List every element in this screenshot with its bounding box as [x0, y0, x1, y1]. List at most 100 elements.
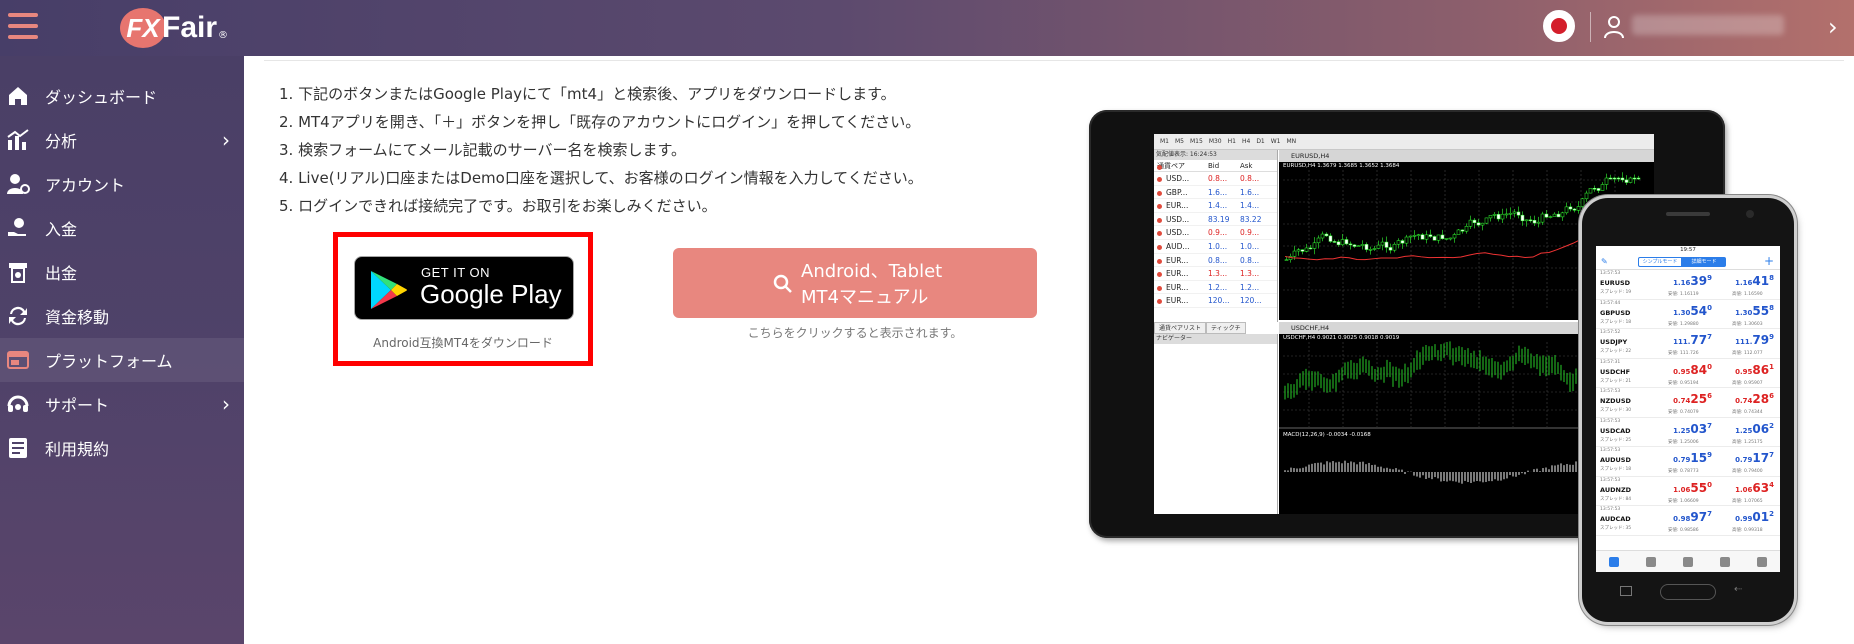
quote-row: 13:57:53 AUDNZD スプレッド: 84 1.06550 1.06634 安値:…	[1596, 477, 1780, 506]
trade-tab-icon	[1682, 556, 1693, 567]
row-symbol: USD...	[1154, 226, 1208, 239]
market-watch-row: EUR... 1.3... 1.3...	[1154, 267, 1277, 281]
bid-sup: 9	[1707, 274, 1712, 282]
quote-bid: 1.16399	[1662, 274, 1712, 288]
row-symbol: EUR...	[1154, 281, 1208, 294]
navigator-panel: ナビゲーター	[1154, 334, 1278, 514]
menu-icon[interactable]	[8, 13, 38, 39]
market-watch-title: 気配値表示: 16:24:53	[1154, 150, 1277, 160]
quote-ask: 0.99012	[1724, 510, 1774, 524]
sidebar-item-analysis[interactable]: 分析 ›	[0, 118, 244, 162]
quote-symbol: NZDUSD	[1600, 397, 1631, 405]
market-watch-row: EUR... 120... 120...	[1154, 294, 1277, 308]
quote-ask: 1.30558	[1724, 304, 1774, 318]
sidebar-item-label: 分析	[45, 132, 78, 151]
quote-time: 13:57:53	[1600, 389, 1621, 394]
user-icon[interactable]	[1603, 15, 1625, 39]
row-symbol: EUR...	[1154, 294, 1208, 307]
quotes-tab-icon	[1609, 556, 1620, 567]
phone-mode-tabs: ✎ シンプルモード 詳細モード +	[1596, 254, 1780, 270]
row-symbol: GBP...	[1154, 186, 1208, 199]
sidebar-item-label: 資金移動	[45, 308, 110, 327]
phone-illustration: 19:57 ✎ シンプルモード 詳細モード + 13:57:53 EURUSD スプ…	[1582, 198, 1794, 622]
sidebar-item-platform[interactable]: プラットフォーム	[0, 338, 244, 382]
chevron-right-icon[interactable]: ›	[1828, 14, 1838, 40]
phone-speaker	[1666, 212, 1710, 216]
phone-camera	[1746, 210, 1754, 218]
ask-main: 1.16	[1735, 279, 1753, 287]
row-bid: 0.8...	[1208, 174, 1228, 183]
quote-symbol: EURUSD	[1600, 279, 1631, 287]
sidebar-item-transfer[interactable]: 資金移動	[0, 294, 244, 338]
quote-row: 13:57:53 AUDUSD スプレッド: 18 0.79159 0.79177 安値:…	[1596, 447, 1780, 477]
search-icon	[773, 274, 792, 293]
step-2: 2. MT4アプリを開き、「＋」ボタンを押し「既存のアカウントにログイン」を押し…	[279, 113, 921, 131]
sidebar-item-terms[interactable]: 利用規約	[0, 426, 244, 470]
bid-big: 54	[1690, 303, 1708, 318]
brand-logo[interactable]: FX Fair ®	[120, 6, 228, 50]
logo-badge: FX	[120, 8, 166, 48]
ask-sup: 1	[1769, 362, 1774, 371]
user-name-blurred[interactable]	[1632, 15, 1784, 35]
quote-time: 13:57:53	[1600, 271, 1621, 276]
quote-time: 13:57:53	[1600, 477, 1621, 483]
ask-big: 28	[1752, 392, 1770, 406]
row-symbol: USD...	[1154, 213, 1208, 226]
row-ask: 0.9...	[1240, 228, 1260, 238]
home-icon	[9, 87, 27, 105]
deposit-icon	[8, 218, 26, 236]
row-symbol: EUR...	[1154, 254, 1208, 267]
bid-main: 1.06	[1673, 485, 1691, 494]
quote-high: 高値: 1.07065	[1732, 498, 1763, 504]
ask-big: 01	[1752, 510, 1770, 524]
quote-ask: 111.799	[1724, 333, 1774, 347]
quote-ask: 1.06634	[1724, 481, 1774, 495]
quote-spread: スプレッド: 18	[1600, 319, 1632, 325]
ask-sup: 2	[1769, 510, 1774, 518]
japan-flag-icon[interactable]	[1543, 10, 1575, 42]
sidebar-item-withdraw[interactable]: 出金	[0, 250, 244, 294]
content-divider	[264, 60, 1844, 61]
phone-status-time: 19:57	[1680, 247, 1696, 253]
quote-time: 13:57:53	[1600, 507, 1621, 512]
sidebar-item-deposit[interactable]: 入金	[0, 206, 244, 250]
sidebar-item-support[interactable]: サポート ›	[0, 382, 244, 426]
tablet-screen: M1 M5 M15 M30 H1 H4 D1 W1 MN 気配値表示: 16:24:53 通貨ペ…	[1154, 134, 1654, 514]
google-play-button[interactable]: GET IT ON Google Play	[354, 256, 574, 320]
bid-main: 111.	[1673, 338, 1691, 346]
ask-big: 63	[1752, 480, 1770, 495]
ask-main: 0.74	[1735, 397, 1753, 405]
ask-main: 0.95	[1735, 367, 1753, 376]
top-header: FX Fair ® ›	[0, 0, 1854, 56]
history-tab-icon	[1719, 556, 1730, 567]
quote-row: 13:57:53 EURUSD スプレッド: 19 1.16399 1.16418 安値:…	[1596, 270, 1780, 300]
quote-bid: 1.06550	[1662, 481, 1712, 495]
row-ask: 1.3...	[1240, 269, 1260, 279]
support-icon	[7, 395, 29, 412]
quote-high: 高値: 0.79400	[1732, 469, 1763, 474]
ask-main: 0.99	[1735, 515, 1753, 523]
quote-spread: スプレッド: 30	[1600, 408, 1632, 413]
quote-spread: スプレッド: 35	[1600, 526, 1632, 531]
step-4: 4. Live(リアル)口座またはDemo口座を選択して、お客様のログイン情報を…	[279, 169, 923, 187]
settings-tab-icon	[1756, 556, 1767, 567]
quote-high: 高値: 0.95907	[1732, 380, 1763, 386]
bid-main: 1.25	[1673, 426, 1691, 435]
market-watch-tabs: 通貨ペアリスト ティックチ	[1154, 322, 1278, 334]
phone-home-button	[1660, 584, 1716, 600]
sidebar-item-account[interactable]: アカウント	[0, 162, 244, 206]
quote-row: 13:57:52 USDJPY スプレッド: 22 111.777 111.799 安値:…	[1596, 329, 1780, 359]
manual-button[interactable]: Android、Tablet MT4マニュアル	[673, 248, 1037, 318]
quote-ask: 1.25062	[1724, 422, 1774, 436]
row-bid: 1.2...	[1208, 282, 1228, 292]
step-1: 1. 下記のボタンまたはGoogle Playにて「mt4」と検索後、アプリをダ…	[279, 85, 896, 103]
quote-low: 安値: 111.726	[1668, 351, 1699, 356]
row-bid: 0.8...	[1208, 255, 1228, 265]
ask-sup: 8	[1769, 274, 1774, 282]
bid-sup: 0	[1707, 303, 1712, 312]
market-watch-row: USD... 0.8... 0.8...	[1154, 172, 1277, 186]
quote-row: 13:57:53 USDCAD スプレッド: 25 1.25037 1.25062 安値:…	[1596, 418, 1780, 447]
sidebar-item-dashboard[interactable]: ダッシュボード	[0, 74, 244, 118]
bid-sup: 0	[1707, 480, 1712, 489]
phone-recent-button	[1620, 586, 1632, 596]
